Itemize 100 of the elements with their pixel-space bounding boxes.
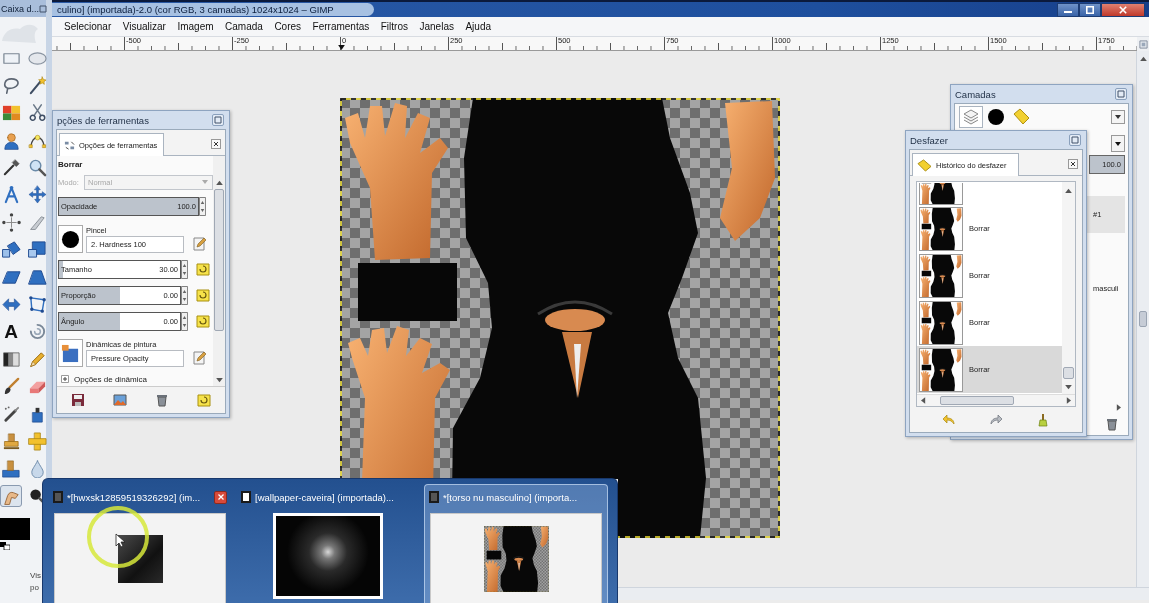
close-tab-button[interactable] xyxy=(1068,159,1078,169)
highlight-ring-icon xyxy=(86,505,150,569)
delete-button[interactable] xyxy=(1105,417,1119,431)
swirl-icon xyxy=(27,322,47,342)
edit-button[interactable] xyxy=(193,351,207,365)
edit-icon xyxy=(193,351,207,365)
restore-button[interactable] xyxy=(112,392,128,408)
trash-icon xyxy=(1105,417,1119,431)
hint-text: po xyxy=(30,582,40,595)
panel-title: Camadas xyxy=(955,88,996,100)
tool-button[interactable] xyxy=(0,211,22,234)
scrollbar-thumb[interactable] xyxy=(1063,367,1074,379)
spin-arrows-icon[interactable] xyxy=(199,197,206,216)
maximize-icon xyxy=(1086,5,1094,14)
hint-text: Vis xyxy=(30,570,42,583)
vertical-scrollbar[interactable] xyxy=(213,156,225,386)
mouse-pointer-icon xyxy=(115,533,125,548)
redo-arrow-icon xyxy=(989,412,1003,427)
reset-button[interactable] xyxy=(196,392,212,408)
expander-icon[interactable] xyxy=(61,375,69,383)
spin-arrows-icon[interactable] xyxy=(181,311,188,331)
reset-icon xyxy=(196,262,210,276)
reset-icon xyxy=(196,314,210,328)
spin-arrows-icon[interactable] xyxy=(181,259,188,279)
spin-arrows-icon[interactable] xyxy=(181,285,188,305)
vertical-scrollbar[interactable] xyxy=(1062,182,1075,394)
menu-item[interactable]: Filtros xyxy=(380,21,408,32)
reset-button[interactable] xyxy=(196,288,210,302)
tool-button[interactable]: A xyxy=(0,320,22,343)
reset-icon xyxy=(197,393,211,407)
menu-item[interactable]: Camada xyxy=(225,21,263,32)
move-arrows-icon xyxy=(27,185,47,205)
window-button[interactable] xyxy=(1115,88,1127,100)
color-blocks-icon xyxy=(1,103,21,123)
reset-button[interactable] xyxy=(196,314,210,328)
gradient-icon xyxy=(1,349,21,369)
floppy-icon xyxy=(71,393,85,407)
maximize-button[interactable] xyxy=(1079,2,1101,17)
save-button[interactable] xyxy=(70,392,86,408)
tool-button[interactable] xyxy=(26,293,48,316)
close-tab-button[interactable] xyxy=(211,139,221,149)
window-title: Caixa d... xyxy=(1,3,40,14)
menu-item[interactable]: Visualizar xyxy=(122,21,166,32)
stamp-icon xyxy=(1,431,21,451)
rotated-square-icon xyxy=(1,240,21,260)
edit-button[interactable] xyxy=(193,237,207,251)
tool-button[interactable] xyxy=(26,238,48,261)
scrollbar-thumb[interactable] xyxy=(214,189,224,331)
image-thumbnail xyxy=(919,347,963,392)
vertical-scrollbar[interactable] xyxy=(1136,51,1149,587)
window-title: *[hwxsk12859519326292] (im... xyxy=(67,491,202,503)
caret-icon xyxy=(1114,114,1122,120)
close-icon xyxy=(1119,5,1127,14)
tool-button[interactable] xyxy=(0,238,22,261)
expander-label[interactable]: Opções de dinâmica xyxy=(74,374,147,384)
scroll-down-icon xyxy=(1065,385,1072,390)
delete-button[interactable] xyxy=(154,392,170,408)
close-icon xyxy=(216,493,225,501)
close-button[interactable] xyxy=(1101,2,1145,17)
window-button[interactable] xyxy=(1069,134,1081,146)
menu-item[interactable]: Cores xyxy=(274,21,302,32)
scrollbar-thumb[interactable] xyxy=(1139,311,1147,327)
tag-icon xyxy=(917,158,932,172)
window-button[interactable] xyxy=(212,114,224,126)
menu-item[interactable]: Imagem xyxy=(177,21,214,32)
resize-square-icon xyxy=(27,240,47,260)
minimize-button[interactable] xyxy=(1057,2,1079,17)
menu-item[interactable]: Janelas xyxy=(419,21,454,32)
image-thumbnail xyxy=(919,300,963,345)
close-button[interactable] xyxy=(214,490,227,504)
scrollbar-thumb[interactable] xyxy=(940,396,1014,405)
circle-icon xyxy=(987,108,1005,126)
window-preview[interactable]: *[torso nu masculino] (importa... xyxy=(424,484,608,603)
menu-item[interactable]: Selecionar xyxy=(64,21,112,32)
round-brush-icon xyxy=(61,229,80,249)
scroll-right-icon[interactable] xyxy=(1116,404,1121,411)
magic-wand-icon xyxy=(27,75,47,95)
reset-button[interactable] xyxy=(196,262,210,276)
airbrush-icon xyxy=(1,404,21,424)
window-icon xyxy=(53,491,63,503)
window-preview[interactable]: [wallpaper-caveira] (importada)... xyxy=(236,484,420,603)
window-title: [wallpaper-caveira] (importada)... xyxy=(255,491,395,503)
close-icon xyxy=(1069,160,1077,168)
panel-title: Desfazer xyxy=(910,134,948,146)
foreground-color-swatch[interactable] xyxy=(0,518,30,541)
dynamics-button[interactable] xyxy=(58,339,83,367)
undo-arrow-icon xyxy=(942,412,957,427)
square-icon xyxy=(1071,136,1079,144)
mode-dropdown-button[interactable] xyxy=(1111,135,1125,152)
panel-menu-button[interactable] xyxy=(1111,110,1125,124)
brush-button[interactable] xyxy=(58,225,83,253)
menu-item[interactable]: Ferramentas xyxy=(312,21,370,32)
menu-item[interactable]: Ajuda xyxy=(465,21,492,32)
window-preview[interactable]: *[hwxsk12859519326292] (im... xyxy=(48,484,232,603)
window-icon xyxy=(241,491,251,503)
caret-icon xyxy=(1114,140,1122,147)
horizontal-scrollbar[interactable] xyxy=(917,394,1075,406)
window-button[interactable] xyxy=(39,3,48,14)
crosshair-dots-icon xyxy=(1,212,21,232)
bandage-icon xyxy=(27,431,47,451)
